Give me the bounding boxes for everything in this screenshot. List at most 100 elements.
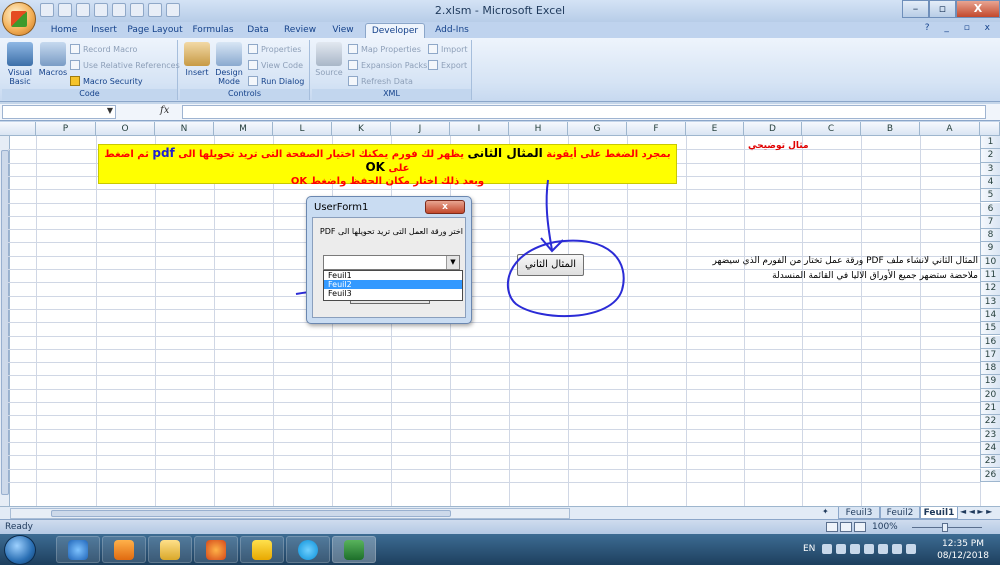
row-header[interactable]: 10	[980, 255, 1000, 269]
export-button[interactable]: Export	[428, 60, 467, 70]
name-box[interactable]: ▼	[2, 105, 116, 119]
row-header[interactable]: 8	[980, 229, 1000, 243]
select-all-corner[interactable]	[980, 122, 1000, 136]
column-header[interactable]: J	[391, 122, 450, 136]
worksheet-grid[interactable]: P O N M L K J I H G F E D C B A 12345678…	[0, 122, 1000, 506]
userform-close-button[interactable]: x	[425, 200, 465, 214]
column-header[interactable]: N	[155, 122, 214, 136]
row-header[interactable]: 4	[980, 175, 1000, 190]
column-header[interactable]: B	[861, 122, 920, 136]
example-two-button[interactable]: المثال الثاني	[517, 254, 584, 276]
column-header[interactable]: H	[509, 122, 568, 136]
cell-d1[interactable]: مثال توضيحي	[748, 141, 809, 151]
column-header[interactable]: D	[744, 122, 802, 136]
zoom-slider-thumb[interactable]	[942, 523, 948, 532]
vertical-scrollbar[interactable]	[0, 136, 10, 506]
row-header[interactable]: 19	[980, 375, 1000, 389]
macro-security-button[interactable]: Macro Security	[70, 76, 143, 86]
record-macro-button[interactable]: Record Macro	[70, 44, 137, 54]
tab-formulas[interactable]: Formulas	[188, 23, 238, 38]
map-properties-button[interactable]: Map Properties	[348, 44, 421, 54]
row-header[interactable]: 25	[980, 455, 1000, 469]
ribbon-help-controls[interactable]: ? _ ▫ x	[925, 23, 996, 33]
column-header[interactable]: F	[627, 122, 686, 136]
macros-button[interactable]: Macros	[38, 42, 68, 77]
sheet-dropdown-list[interactable]: Feuil1 Feuil2 Feuil3	[323, 270, 463, 301]
row-header[interactable]: 5	[980, 189, 1000, 203]
sheet-nav-arrows-icon[interactable]: ◄ ◄ ► ►	[960, 507, 992, 516]
insert-function-icon[interactable]: fx	[160, 105, 169, 116]
start-button[interactable]	[4, 535, 36, 565]
column-header[interactable]: M	[214, 122, 273, 136]
row-header[interactable]: 21	[980, 402, 1000, 416]
column-header[interactable]: G	[568, 122, 627, 136]
minimize-button[interactable]: –	[902, 0, 929, 18]
normal-view-icon[interactable]	[826, 522, 838, 532]
column-header[interactable]: A	[920, 122, 980, 136]
zoom-level[interactable]: 100%	[872, 522, 898, 532]
row-header[interactable]: 26	[980, 468, 1000, 482]
flag-icon[interactable]	[906, 544, 916, 554]
page-break-view-icon[interactable]	[854, 522, 866, 532]
tray-icon[interactable]	[864, 544, 874, 554]
formula-input[interactable]	[182, 105, 986, 119]
row-header[interactable]: 6	[980, 202, 1000, 216]
row-header[interactable]: 22	[980, 415, 1000, 429]
tray-icon[interactable]	[836, 544, 846, 554]
taskbar-media[interactable]	[102, 536, 146, 563]
properties-button[interactable]: Properties	[248, 44, 301, 54]
design-mode-button[interactable]: Design Mode	[214, 42, 244, 86]
row-header[interactable]: 2	[980, 149, 1000, 163]
row-header[interactable]: 14	[980, 308, 1000, 323]
tab-review[interactable]: Review	[278, 23, 322, 38]
run-dialog-button[interactable]: Run Dialog	[248, 76, 304, 86]
chevron-down-icon[interactable]: ▼	[446, 256, 459, 269]
tab-insert[interactable]: Insert	[84, 23, 124, 38]
hscroll-thumb[interactable]	[51, 510, 451, 517]
tray-icon[interactable]	[850, 544, 860, 554]
chevron-down-icon[interactable]: ▼	[107, 106, 113, 115]
office-button[interactable]	[2, 2, 36, 36]
row-header[interactable]: 20	[980, 388, 1000, 402]
sheet-tab-feuil1[interactable]: Feuil1	[920, 507, 958, 519]
column-header[interactable]: I	[450, 122, 509, 136]
row-header[interactable]: 23	[980, 428, 1000, 442]
dropdown-option[interactable]: Feuil3	[324, 289, 462, 298]
row-header[interactable]: 1	[980, 136, 1000, 150]
cell-note-1[interactable]: المثال الثاني لانشاء ملف PDF ورقة عمل تخ…	[713, 256, 978, 266]
row-header[interactable]: 16	[980, 335, 1000, 349]
insert-sheet-icon[interactable]: ✦	[822, 507, 829, 516]
visual-basic-button[interactable]: Visual Basic	[4, 42, 36, 86]
tab-home[interactable]: Home	[44, 23, 84, 38]
source-button[interactable]: Source	[314, 42, 344, 77]
dropdown-option[interactable]: Feuil1	[324, 271, 462, 280]
taskbar-app[interactable]	[240, 536, 284, 563]
close-button[interactable]: X	[956, 0, 1000, 18]
tray-icon[interactable]	[822, 544, 832, 554]
row-header[interactable]: 11	[980, 269, 1000, 283]
clock[interactable]: 12:35 PM 08/12/2018	[930, 538, 996, 562]
row-header[interactable]: 15	[980, 322, 1000, 336]
maximize-button[interactable]: ▫	[929, 0, 956, 18]
language-indicator[interactable]: EN	[803, 544, 815, 554]
column-header[interactable]: L	[273, 122, 332, 136]
horizontal-scrollbar[interactable]	[10, 508, 570, 519]
taskbar-excel[interactable]	[332, 536, 376, 563]
row-header[interactable]: 7	[980, 215, 1000, 230]
view-code-button[interactable]: View Code	[248, 60, 303, 70]
column-header[interactable]: E	[686, 122, 744, 136]
column-header[interactable]: K	[332, 122, 391, 136]
row-header[interactable]: 12	[980, 282, 1000, 296]
refresh-data-button[interactable]: Refresh Data	[348, 76, 413, 86]
column-header[interactable]: P	[36, 122, 96, 136]
row-header[interactable]: 9	[980, 242, 1000, 256]
taskbar-explorer[interactable]	[148, 536, 192, 563]
taskbar-ie[interactable]	[56, 536, 100, 563]
insert-control-button[interactable]: Insert	[182, 42, 212, 77]
expansion-packs-button[interactable]: Expansion Packs	[348, 60, 427, 70]
sheet-tab-feuil2[interactable]: Feuil2	[880, 507, 920, 519]
row-header[interactable]: 18	[980, 362, 1000, 376]
cell-note-2[interactable]: ملاحضة ستضهر جميع الأوراق الاليا في القا…	[720, 271, 978, 281]
volume-icon[interactable]	[892, 544, 902, 554]
taskbar-skype[interactable]	[286, 536, 330, 563]
